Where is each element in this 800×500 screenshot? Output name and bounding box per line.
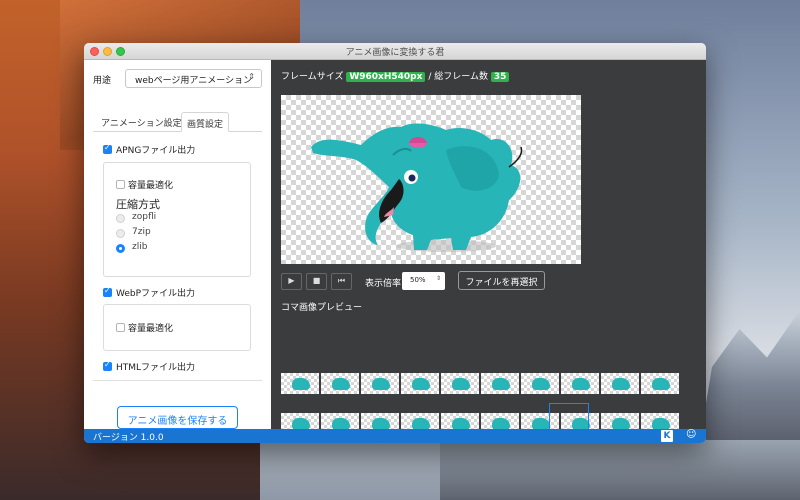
total-frames-badge: 35 (490, 72, 510, 82)
frame-size-badge: W960xH540px (346, 72, 426, 82)
window-title: アニメ画像に変換する君 (345, 48, 445, 58)
radio-zlib-label: zlib (132, 242, 148, 252)
stop-icon: ■ (312, 276, 321, 285)
radio-7zip-label: 7zip (132, 227, 151, 237)
apng-output-label: APNGファイル出力 (116, 146, 196, 156)
frame-thumbnail[interactable] (401, 373, 439, 394)
radio-zlib[interactable] (116, 244, 125, 253)
desktop-ground (440, 440, 800, 500)
frame-thumbnail[interactable] (361, 373, 399, 394)
frame-thumbnail[interactable] (521, 373, 559, 394)
frame-size-label: フレームサイズ (281, 72, 344, 82)
frame-thumbnail[interactable] (601, 373, 639, 394)
frame-thumbnail[interactable] (321, 413, 359, 429)
zoom-label: 表示倍率 (365, 279, 402, 289)
frame-thumbnail[interactable] (441, 413, 479, 429)
zoom-select[interactable]: 50% ⇕ (402, 272, 445, 290)
radio-zopfli-label: zopfli (132, 212, 157, 222)
step-back-icon: ⏮ (337, 276, 346, 285)
reselect-file-button[interactable]: ファイルを再選択 (458, 271, 545, 290)
zoom-value: 50% (410, 276, 426, 284)
html-output-label: HTMLファイル出力 (116, 363, 196, 373)
webp-options-box: 容量最適化 (103, 304, 251, 351)
frame-thumbnail[interactable] (321, 373, 359, 394)
frame-thumbnail[interactable] (561, 373, 599, 394)
settings-panel: 用途 webページ用アニメーション ⇕ アニメーション設定 画質設定 APNGフ… (84, 60, 271, 429)
animation-preview (281, 95, 581, 264)
frame-thumbnail[interactable] (601, 413, 639, 429)
frame-thumbnail[interactable] (481, 373, 519, 394)
tab-animation-settings[interactable]: アニメーション設定 (101, 112, 182, 132)
play-button[interactable]: ▶ (281, 273, 302, 290)
compress-method-heading: 圧縮方式 (116, 198, 160, 211)
smiley-icon[interactable]: ☺ (686, 429, 696, 440)
frame-preview-label: コマ画像プレビュー (281, 303, 363, 313)
status-bar: バージョン 1.0.0 K ☺ (84, 429, 706, 443)
title-bar: アニメ画像に変換する君 (84, 43, 706, 60)
updown-arrows-icon: ⇕ (435, 275, 441, 282)
settings-tabs: アニメーション設定 画質設定 (93, 112, 262, 132)
total-frames-label: 総フレーム数 (434, 72, 488, 82)
webp-output-label: WebPファイル出力 (116, 289, 196, 299)
app-window: アニメ画像に変換する君 用途 webページ用アニメーション ⇕ アニメーション設… (84, 43, 706, 443)
webp-optimize-checkbox[interactable] (116, 323, 125, 332)
frame-info: フレームサイズ W960xH540px / 総フレーム数 35 (281, 69, 510, 82)
selected-frame-highlight (549, 403, 589, 429)
apng-optimize-checkbox[interactable] (116, 180, 125, 189)
radio-7zip[interactable] (116, 229, 125, 238)
frame-thumbnail[interactable] (281, 413, 319, 429)
html-output-checkbox[interactable] (103, 360, 112, 371)
elephant-image (311, 123, 523, 252)
updown-arrows-icon: ⇕ (248, 72, 255, 81)
frame-thumbnail[interactable] (401, 413, 439, 429)
apng-optimize-label: 容量最適化 (128, 181, 174, 191)
apng-output-checkbox[interactable] (103, 143, 112, 154)
play-icon: ▶ (288, 276, 295, 285)
divider (93, 380, 262, 381)
usage-select[interactable]: webページ用アニメーション ⇕ (125, 69, 262, 88)
frame-thumbnail[interactable] (641, 373, 679, 394)
version-text: バージョン 1.0.0 (93, 433, 164, 443)
frame-thumbnail[interactable] (281, 373, 319, 394)
save-animation-button[interactable]: アニメ画像を保存する (117, 406, 238, 429)
frame-thumbnail[interactable] (441, 373, 479, 394)
frame-thumbnail[interactable] (481, 413, 519, 429)
preview-panel: フレームサイズ W960xH540px / 総フレーム数 35 ▶ ■ ⏮ 表示… (271, 60, 706, 429)
tab-quality-settings[interactable]: 画質設定 (181, 112, 229, 132)
radio-zopfli[interactable] (116, 214, 125, 223)
webp-output-checkbox[interactable] (103, 286, 112, 297)
step-back-button[interactable]: ⏮ (331, 273, 352, 290)
frame-thumbnail[interactable] (641, 413, 679, 429)
webp-optimize-label: 容量最適化 (128, 324, 174, 334)
apng-options-box: 容量最適化 圧縮方式 zopfli 7zip zlib (103, 162, 251, 277)
usage-select-value: webページ用アニメーション (135, 76, 253, 86)
app-logo-icon[interactable]: K (661, 430, 673, 442)
frame-thumbnail[interactable] (361, 413, 399, 429)
usage-label: 用途 (93, 76, 112, 86)
info-separator: / (428, 72, 432, 82)
stop-button[interactable]: ■ (306, 273, 327, 290)
